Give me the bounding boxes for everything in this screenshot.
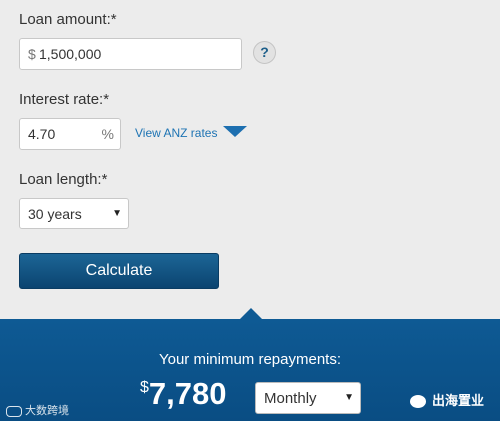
chevron-down-icon: ▼	[344, 392, 354, 403]
loan-amount-input[interactable]: $ 1,500,000	[19, 38, 242, 70]
watermark-right: 出海置业	[410, 390, 484, 409]
loan-length-select[interactable]: 30 years ▼	[19, 198, 129, 229]
view-anz-rates-link[interactable]: View ANZ rates	[135, 126, 217, 140]
interest-rate-input[interactable]: 4.70 %	[19, 118, 121, 150]
percent-suffix: %	[101, 126, 114, 142]
chevron-down-icon: ▼	[112, 208, 122, 219]
watermark-left: 大数跨境	[6, 402, 69, 418]
repayment-amount: $7,780	[140, 376, 226, 412]
repayment-currency: $	[140, 379, 149, 396]
repayment-value: 7,780	[148, 376, 227, 411]
wechat-icon	[410, 395, 426, 409]
watermark-right-text: 出海置业	[432, 393, 485, 408]
currency-prefix: $	[28, 46, 36, 62]
frequency-select[interactable]: Monthly ▼	[255, 382, 361, 414]
loan-length-label: Loan length:*	[19, 171, 108, 188]
watermark-logo-icon	[6, 405, 22, 417]
loan-amount-label: Loan amount:*	[19, 11, 117, 28]
loan-amount-value: 1,500,000	[39, 46, 102, 62]
calculate-button[interactable]: Calculate	[19, 253, 219, 289]
watermark-left-text: 大数跨境	[25, 405, 69, 417]
interest-rate-value: 4.70	[28, 126, 56, 142]
repayments-title: Your minimum repayments:	[158, 351, 341, 368]
help-icon[interactable]: ?	[253, 41, 276, 64]
dropdown-triangle-icon[interactable]	[223, 126, 247, 137]
frequency-value: Monthly	[264, 390, 317, 407]
loan-length-value: 30 years	[28, 206, 82, 222]
interest-rate-label: Interest rate:*	[19, 91, 110, 108]
panel-notch	[240, 308, 262, 319]
